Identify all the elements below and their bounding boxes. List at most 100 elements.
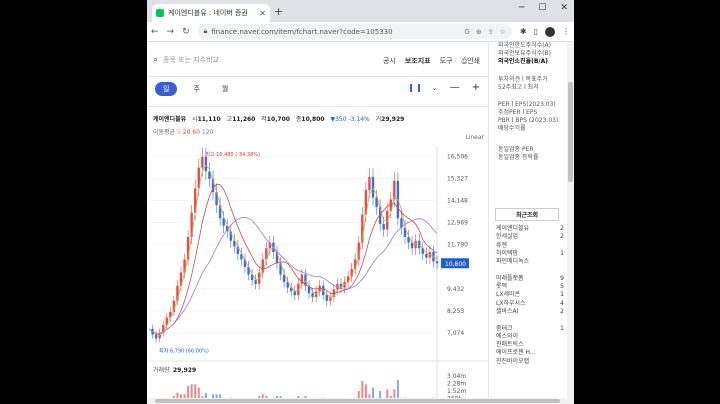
notice-button[interactable]: 공시 <box>383 56 396 66</box>
y-tick-label: 16,506 <box>447 153 468 160</box>
recent-item-count: 2 <box>560 307 564 315</box>
back-button[interactable]: ← <box>151 27 159 37</box>
tab-day[interactable]: 일 <box>155 82 178 96</box>
recent-item[interactable]: 미래플랫폼 9 <box>496 275 564 283</box>
ma-5: 5 <box>177 129 181 136</box>
ma-120: 120 <box>201 129 214 136</box>
moving-average-legend: 이동평균 5 20 60 120 <box>153 127 213 136</box>
maximize-button[interactable]: ☐ <box>538 3 546 13</box>
share-icon[interactable]: ⇪ <box>488 28 494 36</box>
recent-item-name: 파인메디녹스 <box>496 258 530 266</box>
change-pct: -3.14% <box>348 116 370 123</box>
recent-item[interactable]: 셀바스AI 2 <box>496 308 564 316</box>
ma-60: 60 <box>192 129 200 136</box>
sidepanel-icon[interactable]: ▯ <box>534 27 538 36</box>
divider <box>147 76 488 77</box>
recent-item[interactable]: LX세미콘 1 <box>496 291 564 299</box>
open-label: 시 <box>192 116 198 123</box>
extensions-icon[interactable]: ✱ <box>520 27 527 36</box>
volume-bar <box>379 391 382 398</box>
horizontal-scrollbar[interactable] <box>147 398 574 404</box>
search-icon: ⌕ <box>153 55 159 65</box>
scroll-thumb[interactable] <box>155 399 560 403</box>
new-tab-button[interactable]: + <box>274 5 283 18</box>
recent-item-name: 셀바스AI <box>496 307 519 315</box>
recent-item-count: 4 <box>560 299 564 307</box>
candle-body <box>204 156 208 172</box>
page-content: ⌕ 종목 또는 지수비교 공시 보조지표 도구 ⎙인쇄 일 주 월 ⌄ — + <box>147 42 574 398</box>
recent-item[interactable]: 하이텍팜 1 <box>496 250 564 258</box>
max-annotation: 최고 16,480 (-34.38%) <box>205 151 260 158</box>
candle-body <box>201 156 204 168</box>
opinion-info: 투자의견 l 목표주가 52주최고 l 최저 <box>498 76 548 92</box>
close-tab-icon[interactable]: ✕ <box>259 9 266 18</box>
tab-month[interactable]: 월 <box>216 82 234 96</box>
volume-bar <box>386 389 389 398</box>
browser-tab[interactable]: 케이엔디블유 : 네이버 증권 ✕ <box>152 4 270 22</box>
scale-label[interactable]: Linear <box>465 134 484 141</box>
recent-item[interactable]: 한세실업 2 <box>496 233 564 241</box>
recent-title[interactable]: 최근조회 <box>495 208 559 221</box>
browser-window: 케이엔디블유 : 네이버 증권 ✕ + ─ ☐ ✕ ← → ↻ 🔒︎ finan… <box>147 0 574 404</box>
recent-item[interactable]: 에스와이 <box>496 333 564 341</box>
y-tick-label: 7,074 <box>447 330 464 337</box>
print-label: 인쇄 <box>467 57 480 65</box>
recent-item[interactable]: 휴젠 <box>496 242 564 250</box>
google-icon[interactable]: G <box>464 28 469 36</box>
industry-line: 동일업종 등락률 <box>498 154 539 161</box>
scroll-thumb[interactable] <box>568 82 573 182</box>
open-value: 11,110 <box>197 116 221 123</box>
sidebar: 외국인한도주식수(A) 외국인보유주식수(B) 외국인소진율(B/A) 투자의견 l… <box>490 42 574 398</box>
vertical-scrollbar[interactable] <box>567 42 574 398</box>
recent-item[interactable]: 줌테크 1 <box>496 325 564 333</box>
recent-item-name: 줌테크 <box>496 324 513 332</box>
forward-button[interactable]: → <box>167 27 175 37</box>
recent-item[interactable]: 진진바이오랩 <box>496 358 564 366</box>
investor-line: 외국인한도주식수(A) <box>498 42 551 49</box>
url-box[interactable]: 🔒︎ finance.naver.com/item/fchart.naver?c… <box>197 24 512 39</box>
close-window-button[interactable]: ✕ <box>560 3 568 13</box>
volume-bar <box>364 384 367 398</box>
y-tick-label: 9,432 <box>447 286 464 293</box>
bookmark-star-icon[interactable]: ☆ <box>500 28 506 36</box>
candlestick-icon[interactable] <box>409 83 420 92</box>
chevron-down-icon[interactable]: ⌄ <box>432 84 438 92</box>
compare-search[interactable]: ⌕ 종목 또는 지수비교 <box>153 55 219 65</box>
per-line: PER l EPS(2023.03) <box>498 101 556 108</box>
candle-body <box>425 253 428 258</box>
minimize-button[interactable]: ─ <box>519 3 524 13</box>
reload-button[interactable]: ↻ <box>182 27 190 37</box>
volume-tick-label: 1.52m <box>447 388 466 395</box>
candle-body <box>293 291 296 296</box>
recent-item-name: 진진바이오랩 <box>496 357 530 365</box>
search-placeholder: 종목 또는 지수비교 <box>163 56 220 64</box>
recent-item-name: 휴젠 <box>496 241 508 249</box>
recent-item[interactable] <box>496 316 564 324</box>
recent-item-name: 미래플랫폼 <box>496 274 524 282</box>
recent-item[interactable]: LX하우시스 4 <box>496 300 564 308</box>
candle-body <box>371 177 375 198</box>
tab-week[interactable]: 주 <box>187 82 205 96</box>
investor-info: 외국인한도주식수(A) 외국인보유주식수(B) 외국인소진율(B/A) <box>498 42 551 66</box>
recent-item[interactable]: 에이프로젠 H... <box>496 349 564 357</box>
recent-item-name: LX세미콘 <box>496 291 521 299</box>
profile-avatar[interactable] <box>545 26 555 37</box>
tools-button[interactable]: 도구 <box>440 56 453 66</box>
zoom-in-button[interactable]: + <box>472 82 480 93</box>
recent-item[interactable]: 파인메디녹스 <box>496 258 564 266</box>
divider <box>147 106 488 107</box>
chart-pane: ⌕ 종목 또는 지수비교 공시 보조지표 도구 ⎙인쇄 일 주 월 ⌄ — + <box>147 42 489 398</box>
volume-tick-label: 3.04m <box>447 373 466 380</box>
candle-body <box>382 223 385 230</box>
recent-item-count: 1 <box>560 249 564 257</box>
current-price-label: 10,800 <box>445 261 466 268</box>
indicator-button[interactable]: 보조지표 <box>405 56 431 66</box>
print-button[interactable]: ⎙인쇄 <box>462 56 481 66</box>
zoom-icon[interactable]: ⊕ <box>476 28 482 36</box>
recent-item[interactable] <box>496 266 564 274</box>
zoom-out-button[interactable]: — <box>450 82 460 93</box>
opinion-line: 투자의견 l 목표주가 <box>498 76 548 83</box>
price-chart[interactable]: 16,506 15,327 14,148 12,969 11,790 9,432 8,253… <box>147 142 489 398</box>
candle-body <box>368 177 371 191</box>
menu-icon[interactable]: ⋮ <box>562 27 570 36</box>
